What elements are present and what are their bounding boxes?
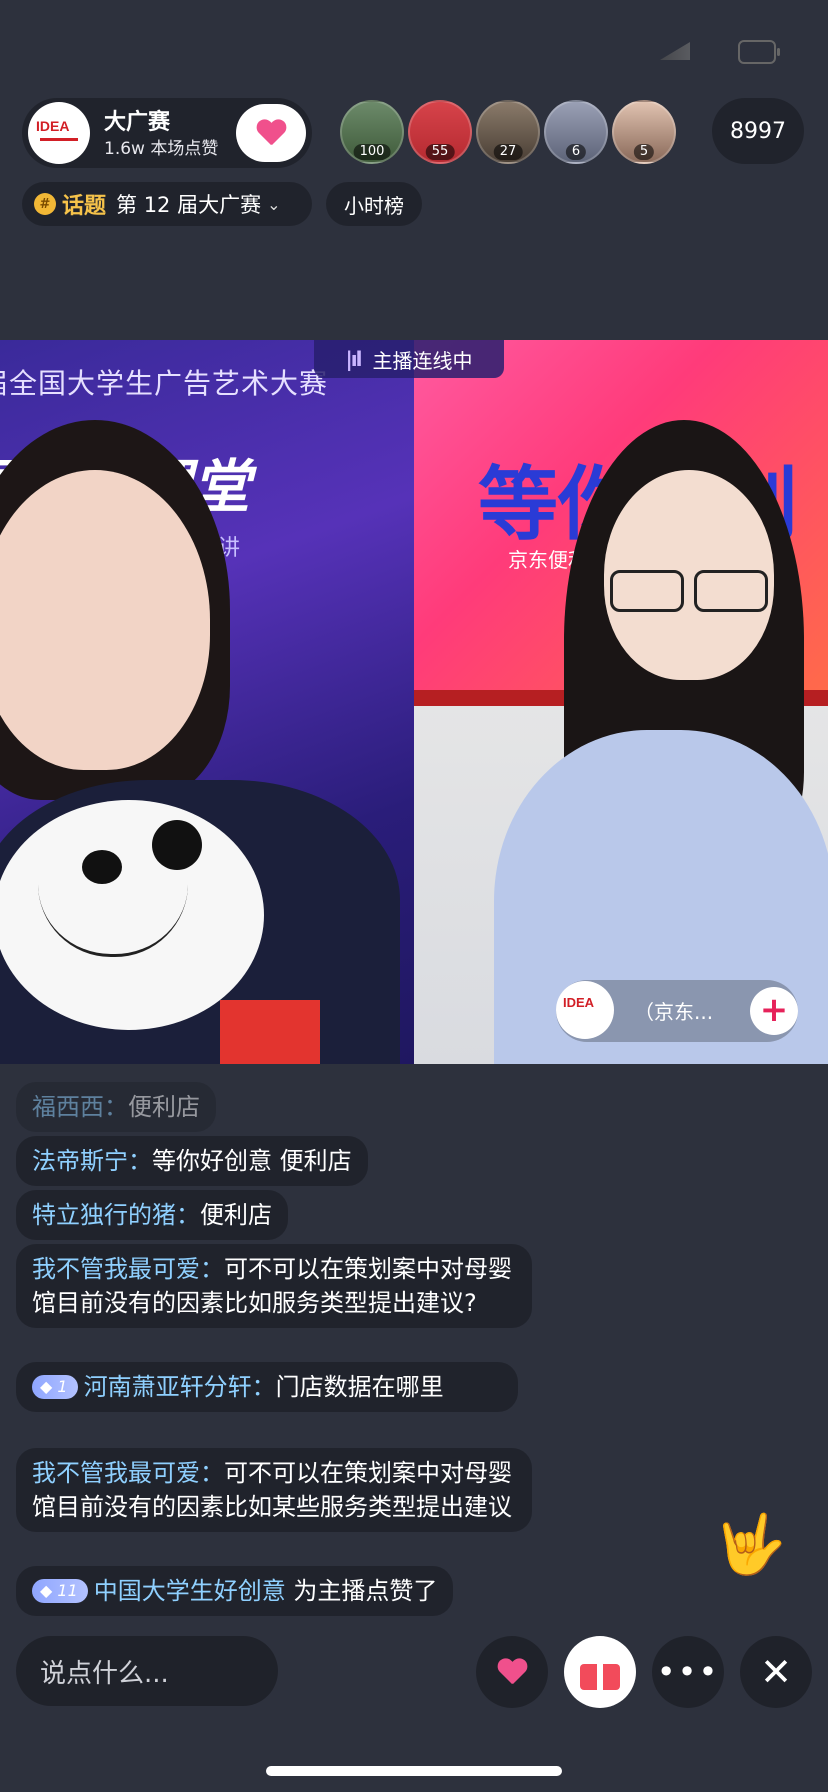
guest-avatar[interactable] xyxy=(556,981,614,1039)
comment-text: 为主播点赞了 xyxy=(293,1577,438,1605)
gift-button[interactable] xyxy=(564,1636,636,1708)
fan-level: 1 xyxy=(57,1377,68,1396)
comment-user: 法帝斯宁： xyxy=(32,1147,152,1175)
guest-name: （京东... xyxy=(634,1000,714,1024)
topic-icon: # xyxy=(34,193,56,215)
comment-item[interactable]: 特立独行的猪：便利店 xyxy=(16,1190,288,1240)
comment-user: 福西西： xyxy=(32,1093,128,1121)
viewer-rank-count: 6 xyxy=(565,144,587,160)
viewer-avatar[interactable]: 6 xyxy=(544,100,608,164)
red-box xyxy=(220,1000,320,1064)
viewer-avatar[interactable]: 27 xyxy=(476,100,540,164)
heart-icon xyxy=(497,1659,527,1685)
close-icon: ✕ xyxy=(760,1650,792,1694)
topic-pill[interactable]: # 话题 第 12 届大广赛 ⌄ xyxy=(22,182,312,226)
link-status-text: 主播连线中 xyxy=(372,348,473,373)
comment-user: 我不管我最可爱： xyxy=(32,1255,224,1283)
host-avatar[interactable] xyxy=(28,102,90,164)
comment-item[interactable]: 法帝斯宁：等你好创意 便利店 xyxy=(16,1136,368,1186)
guest-video[interactable]: 等你好创 京东便利 xyxy=(414,340,828,1064)
guest-info-pill[interactable]: （京东... + xyxy=(556,980,798,1042)
viewer-avatar[interactable]: 100 xyxy=(340,100,404,164)
add-follow-button[interactable]: + xyxy=(750,987,798,1035)
viewer-rank-count: 100 xyxy=(353,144,391,160)
audio-wave-icon: |ıl xyxy=(345,347,362,371)
fan-level-badge: ◆ 1 xyxy=(32,1375,78,1399)
viewer-rank-count: 27 xyxy=(493,144,523,160)
comment-item[interactable]: ◆ 1 河南萧亚轩分轩：门店数据在哪里 xyxy=(16,1362,518,1412)
comment-text: 便利店 xyxy=(200,1201,272,1229)
viewer-count[interactable]: 8997 xyxy=(712,98,804,164)
comment-item[interactable]: 福西西：便利店 xyxy=(16,1082,216,1132)
close-button[interactable]: ✕ xyxy=(740,1636,812,1708)
gift-icon xyxy=(580,1654,620,1690)
fan-level: 11 xyxy=(57,1581,78,1600)
home-indicator[interactable] xyxy=(266,1766,562,1776)
comment-user: 我不管我最可爱： xyxy=(32,1459,224,1487)
topic-name: 第 12 届大广赛 xyxy=(116,193,262,217)
comment-item[interactable]: 我不管我最可爱：可不可以在策划案中对母婴馆目前没有的因素比如服务类型提出建议? xyxy=(16,1244,532,1328)
like-heart-button[interactable] xyxy=(476,1636,548,1708)
more-button[interactable]: ••• xyxy=(652,1636,724,1708)
viewer-avatars[interactable]: 100 55 27 6 5 xyxy=(340,100,680,164)
host-video[interactable]: 届全国大学生广告艺术大赛 题解析课堂 巡讲 xyxy=(0,340,414,1064)
signal-icon xyxy=(660,42,690,60)
topic-label: 话题 xyxy=(62,194,107,219)
viewer-rank-count: 5 xyxy=(633,144,655,160)
viewer-rank-count: 55 xyxy=(425,144,455,160)
comment-input[interactable]: 说点什么... xyxy=(16,1636,278,1706)
battery-icon xyxy=(738,40,780,64)
viewer-avatar[interactable]: 55 xyxy=(408,100,472,164)
comment-text: 便利店 xyxy=(128,1093,200,1121)
host-name: 大广赛 xyxy=(104,110,171,135)
heart-icon xyxy=(256,120,286,146)
hour-rank-button[interactable]: 小时榜 xyxy=(326,182,422,226)
plush-dog-toy xyxy=(0,800,264,1030)
comment-text: 等你好创意 便利店 xyxy=(152,1147,352,1175)
comment-user: 中国大学生好创意 xyxy=(93,1577,286,1605)
host-likes: 1.6w 本场点赞 xyxy=(104,139,219,159)
comment-item[interactable]: ◆ 11 中国大学生好创意 为主播点赞了 xyxy=(16,1566,454,1616)
link-status-badge: |ıl 主播连线中 xyxy=(314,340,504,378)
host-info-pill[interactable]: 大广赛 1.6w 本场点赞 xyxy=(22,98,312,168)
fan-level-badge: ◆ 11 xyxy=(32,1579,88,1603)
rock-hand-emoji: 🤟 xyxy=(714,1510,787,1578)
comment-item[interactable]: 我不管我最可爱：可不可以在策划案中对母婴馆目前没有的因素比如某些服务类型提出建议 xyxy=(16,1448,532,1532)
status-bar xyxy=(660,38,800,64)
comment-user: 特立独行的猪： xyxy=(32,1201,200,1229)
glasses xyxy=(610,570,768,612)
comment-text: 门店数据在哪里 xyxy=(275,1373,444,1401)
follow-button[interactable] xyxy=(236,104,306,162)
live-video-area[interactable]: 届全国大学生广告艺术大赛 题解析课堂 巡讲 等你好创 京东便利 |ıl 主播连线… xyxy=(0,340,828,1064)
chevron-down-icon: ⌄ xyxy=(267,194,281,214)
viewer-avatar[interactable]: 5 xyxy=(612,100,676,164)
comment-user: 河南萧亚轩分轩： xyxy=(83,1373,276,1401)
left-banner-line1: 届全国大学生广告艺术大赛 xyxy=(0,367,329,400)
more-icon: ••• xyxy=(656,1653,720,1691)
